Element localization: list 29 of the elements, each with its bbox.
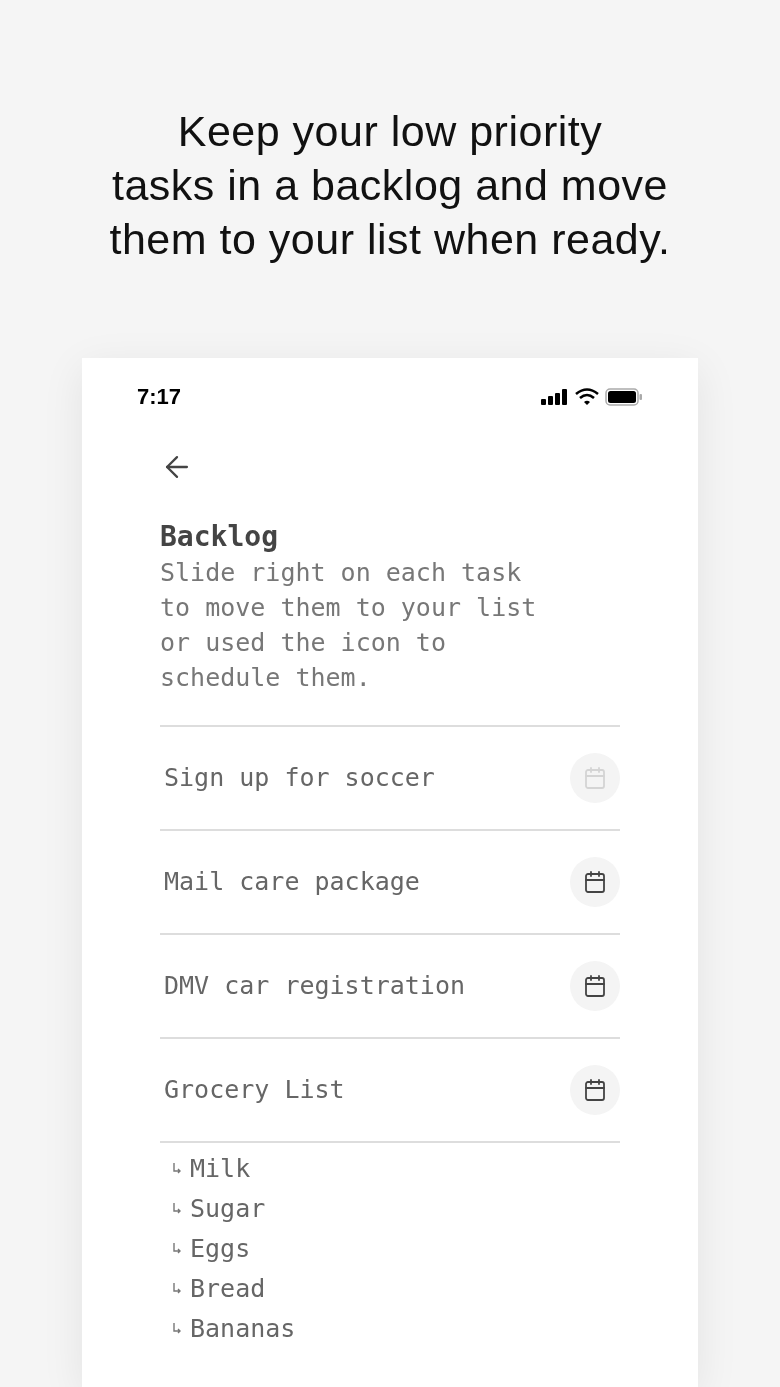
wifi-icon	[575, 387, 599, 406]
calendar-icon	[583, 766, 607, 790]
sub-item-arrow-icon	[172, 1242, 182, 1256]
sub-item-label: Milk	[190, 1153, 251, 1186]
schedule-button[interactable]	[570, 1065, 620, 1115]
sub-item-label: Bananas	[190, 1313, 296, 1346]
headline-line: them to your list when ready.	[109, 214, 671, 265]
battery-icon	[605, 387, 643, 406]
screen-description: Slide right on each task to move them to your list or used the icon to schedule them.	[160, 557, 538, 694]
schedule-button[interactable]	[570, 857, 620, 907]
headline-line: Keep your low priority	[177, 106, 603, 157]
schedule-button[interactable]	[570, 961, 620, 1011]
sub-item-label: Sugar	[190, 1193, 266, 1226]
sub-item-arrow-icon	[172, 1322, 182, 1336]
status-time: 7:17	[137, 383, 182, 411]
sub-item-arrow-icon	[172, 1202, 182, 1216]
sub-item-label: Bread	[190, 1273, 266, 1306]
calendar-icon	[583, 974, 607, 998]
task-label[interactable]: Mail care package	[164, 863, 420, 901]
calendar-icon	[583, 870, 607, 894]
calendar-icon	[583, 1078, 607, 1102]
screen-title: Backlog	[160, 519, 279, 555]
sub-item-arrow-icon	[172, 1162, 182, 1176]
sub-item-arrow-icon	[172, 1282, 182, 1296]
sub-item-label: Eggs	[190, 1233, 251, 1266]
task-label[interactable]: DMV car registration	[164, 967, 466, 1005]
task-label[interactable]: Grocery List	[164, 1071, 345, 1109]
headline-line: tasks in a backlog and move	[111, 160, 669, 211]
signal-icon	[541, 388, 569, 405]
